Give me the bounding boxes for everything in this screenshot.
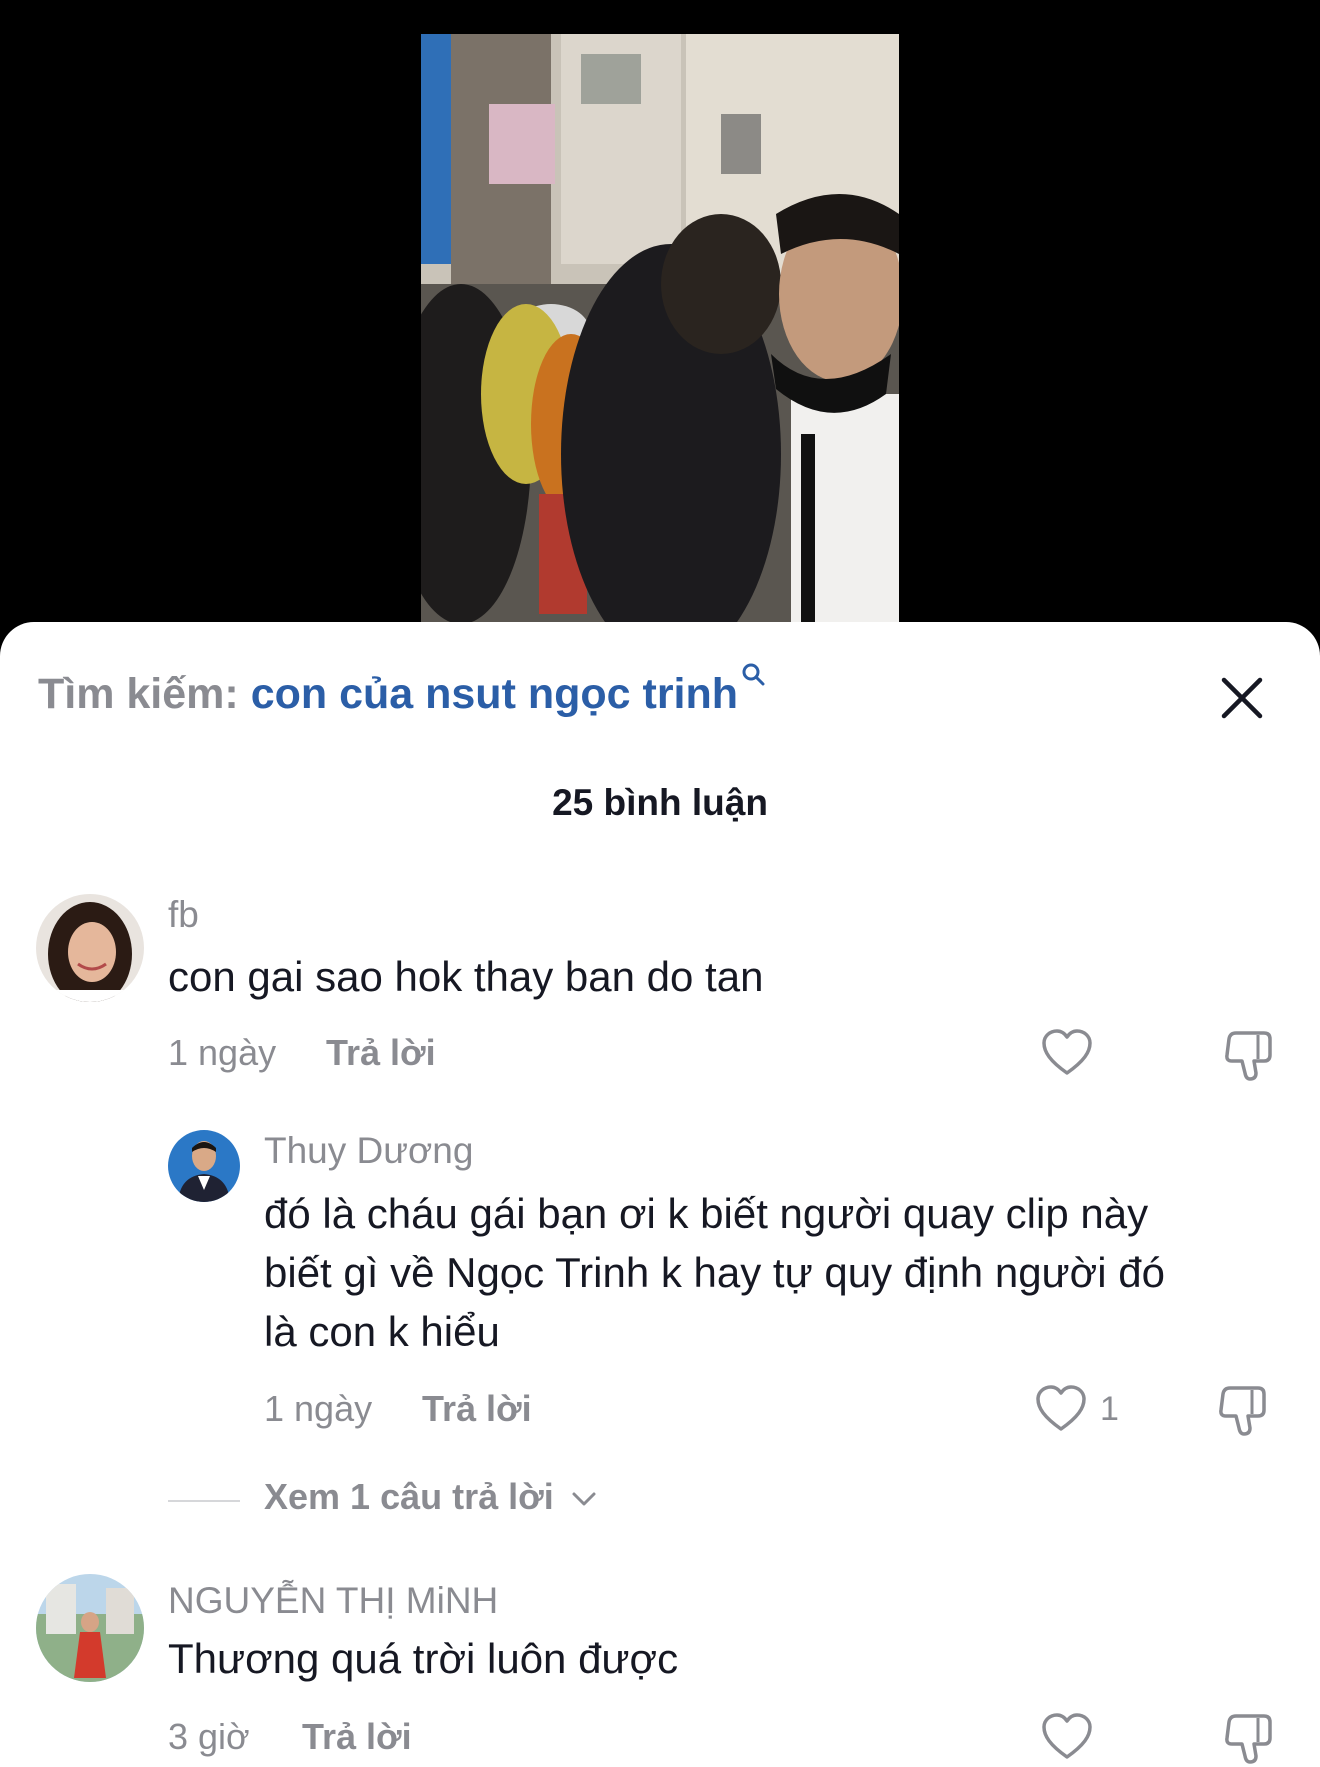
video-frame-image xyxy=(421,34,899,625)
search-icon xyxy=(742,663,765,686)
search-suggestion[interactable]: Tìm kiếm: con của nsut ngọc trinh xyxy=(38,663,765,720)
comment-text: con gai sao hok thay ban do tan xyxy=(168,953,764,1000)
avatar[interactable] xyxy=(36,894,144,1002)
comment-timestamp: 1 ngày xyxy=(168,1032,277,1073)
thumbs-down-icon[interactable] xyxy=(1214,1382,1270,1438)
comment-username[interactable]: NGUYỄN THỊ MiNH xyxy=(168,1580,498,1622)
reply-button[interactable]: Trả lời xyxy=(326,1032,436,1074)
replies-divider xyxy=(168,1500,240,1502)
heart-icon[interactable] xyxy=(1034,1384,1088,1434)
view-replies-button[interactable]: Xem 1 câu trả lời xyxy=(264,1476,598,1518)
view-replies-label: Xem 1 câu trả lời xyxy=(264,1476,554,1517)
avatar[interactable] xyxy=(36,1574,144,1682)
comment-text-line: đó là cháu gái bạn ơi k biết người quay … xyxy=(264,1190,1149,1237)
reply-button[interactable]: Trả lời xyxy=(302,1716,412,1758)
comment-timestamp: 1 ngày xyxy=(264,1388,373,1429)
comment-text: Thương quá trời luôn được xyxy=(168,1635,679,1682)
avatar-image xyxy=(36,1574,144,1682)
thumbs-down-icon[interactable] xyxy=(1220,1710,1276,1766)
avatar-image xyxy=(36,894,144,1002)
comment-username[interactable]: Thuy Dương xyxy=(264,1130,473,1172)
avatar-image xyxy=(168,1130,240,1202)
chevron-down-icon xyxy=(572,1492,596,1506)
video-area xyxy=(0,0,1320,625)
heart-icon[interactable] xyxy=(1040,1712,1094,1762)
comment-text-line: là con k hiểu xyxy=(264,1308,500,1355)
like-count: 1 xyxy=(1100,1390,1119,1428)
comment-timestamp: 3 giờ xyxy=(168,1716,250,1757)
video-player[interactable] xyxy=(421,34,899,625)
avatar[interactable] xyxy=(168,1130,240,1202)
comments-count: 25 bình luận xyxy=(552,782,768,823)
comments-sheet: Tìm kiếm: con của nsut ngọc trinh 25 bìn… xyxy=(0,622,1320,1767)
thumbs-down-icon[interactable] xyxy=(1220,1027,1276,1083)
comment-username[interactable]: fb xyxy=(168,894,199,936)
close-icon[interactable] xyxy=(1216,672,1268,724)
search-query-link[interactable]: con của nsut ngọc trinh xyxy=(251,670,738,718)
reply-button[interactable]: Trả lời xyxy=(422,1388,532,1430)
comment-text-line: biết gì về Ngọc Trinh k hay tự quy định … xyxy=(264,1249,1165,1296)
heart-icon[interactable] xyxy=(1040,1028,1094,1078)
search-prefix-label: Tìm kiếm: xyxy=(38,670,239,718)
